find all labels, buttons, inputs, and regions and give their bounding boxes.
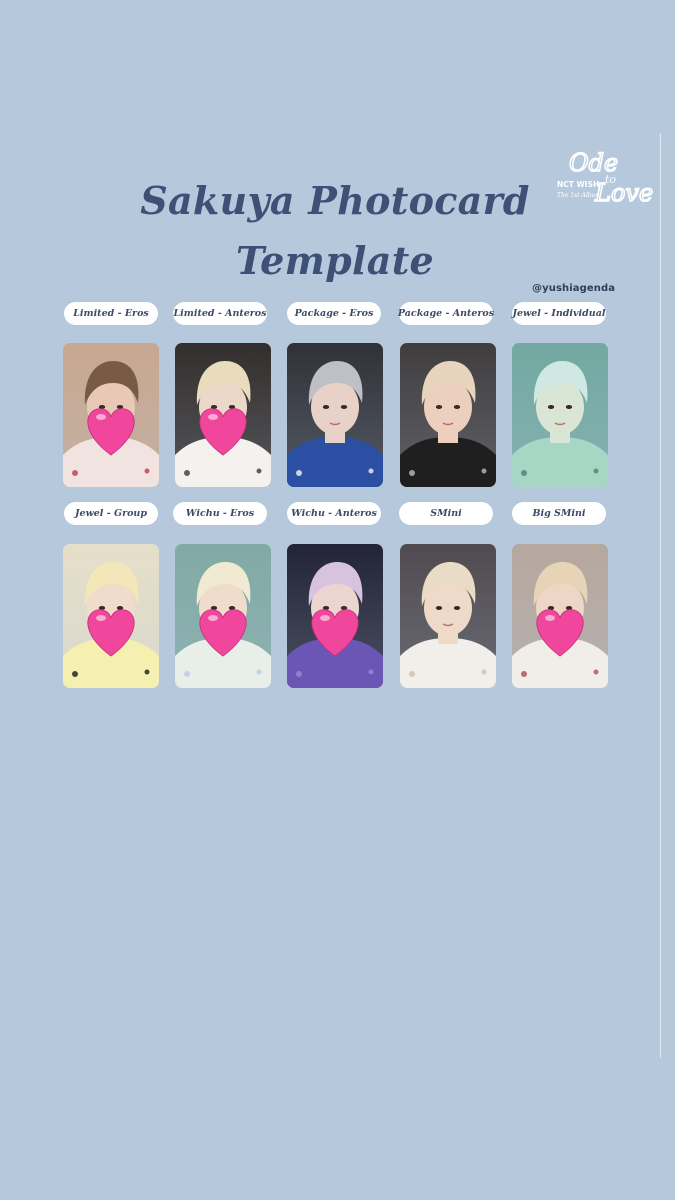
page-title-line1: Sakuya Photocard bbox=[140, 178, 530, 223]
social-handle: @yushiagenda bbox=[532, 283, 616, 294]
card-label: Limited - Anteros bbox=[173, 302, 267, 325]
card-label: Wichu - Eros bbox=[173, 502, 267, 525]
photocard-image bbox=[287, 544, 383, 688]
logo-bottom-text: Love bbox=[594, 179, 653, 207]
logo-sub-text: The 1st Album bbox=[557, 192, 601, 199]
card-label: Big SMini bbox=[512, 502, 606, 525]
card-label: Jewel - Group bbox=[64, 502, 158, 525]
photocard-image bbox=[512, 544, 608, 688]
logo-group-text: NCT WISH bbox=[557, 180, 599, 189]
photocard-image bbox=[400, 343, 496, 487]
template-page: Sakuya Photocard Template Ode to Love NC… bbox=[0, 0, 675, 1200]
card-label: Package - Anteros bbox=[398, 302, 494, 325]
photocard-image bbox=[175, 343, 271, 487]
card-label: SMini bbox=[399, 502, 493, 525]
photocard-image bbox=[63, 544, 159, 688]
photocard-image bbox=[175, 544, 271, 688]
card-label: Package - Eros bbox=[287, 302, 381, 325]
page-title-line2: Template bbox=[235, 238, 435, 283]
ode-to-love-logo: Ode to Love NCT WISH The 1st Album bbox=[557, 148, 654, 208]
photocard-image bbox=[287, 343, 383, 487]
card-label: Jewel - Individual bbox=[512, 302, 606, 325]
photocard-image bbox=[512, 343, 608, 487]
photocard-image bbox=[400, 544, 496, 688]
card-label: Wichu - Anteros bbox=[287, 502, 381, 525]
photocard-image bbox=[63, 343, 159, 487]
divider-line bbox=[660, 133, 661, 1058]
card-label: Limited - Eros bbox=[64, 302, 158, 325]
